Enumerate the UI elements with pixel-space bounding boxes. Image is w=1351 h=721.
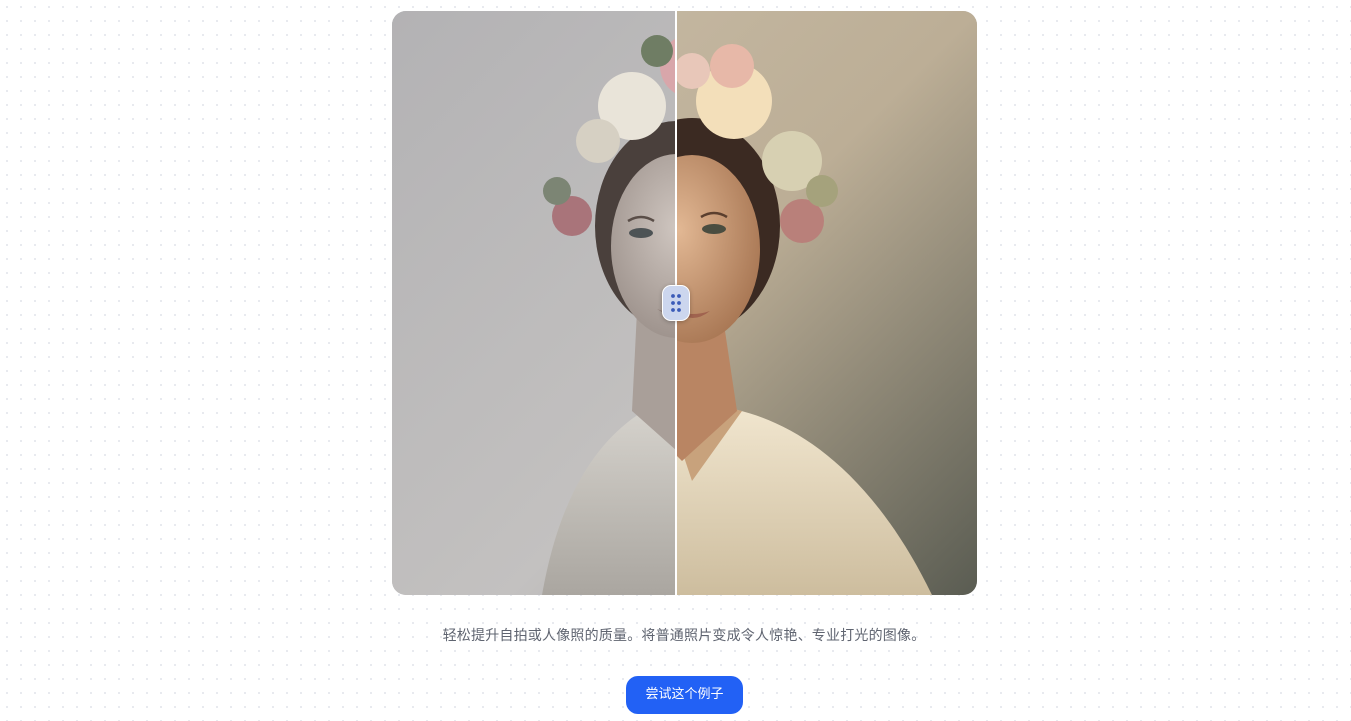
- comparison-slider-handle[interactable]: [662, 285, 690, 321]
- drag-dots-icon: [671, 294, 681, 312]
- try-example-button[interactable]: 尝试这个例子: [626, 676, 743, 714]
- before-after-comparison[interactable]: [392, 11, 977, 595]
- page: 轻松提升自拍或人像照的质量。将普通照片变成令人惊艳、专业打光的图像。 尝试这个例…: [0, 0, 1351, 721]
- feature-description: 轻松提升自拍或人像照的质量。将普通照片变成令人惊艳、专业打光的图像。: [442, 628, 926, 644]
